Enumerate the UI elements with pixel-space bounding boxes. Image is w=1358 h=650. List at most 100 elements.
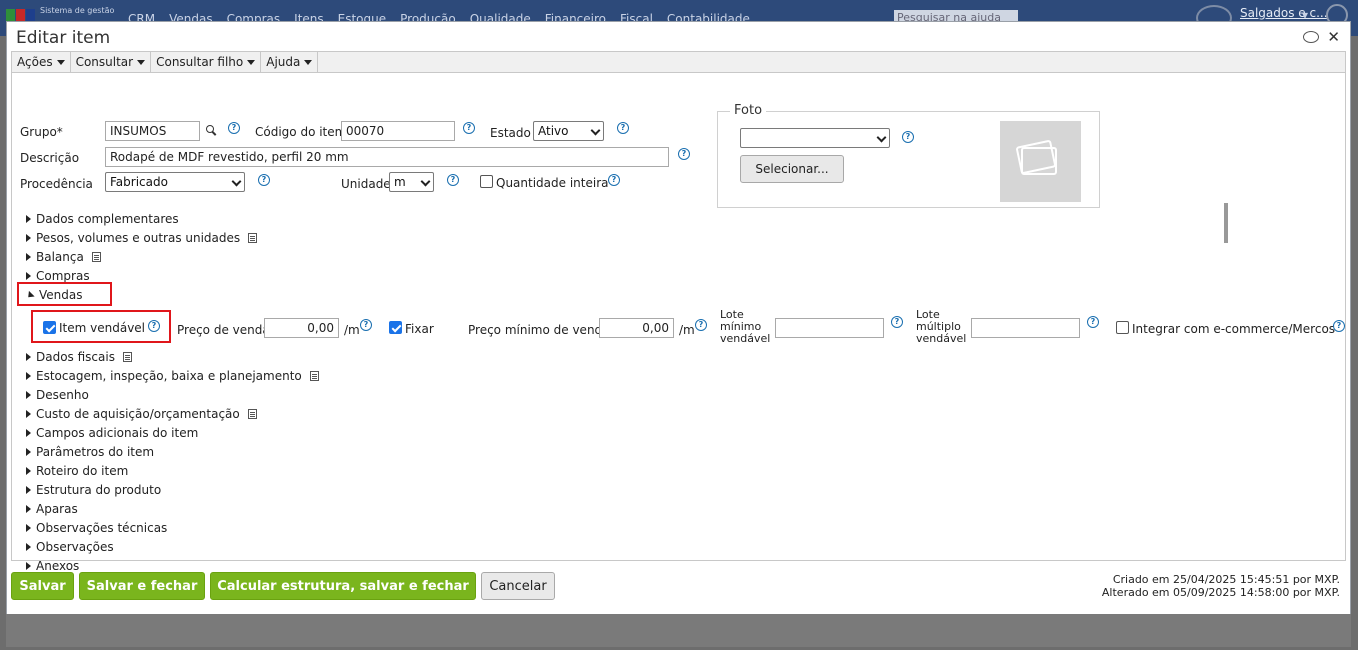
collapse-icon bbox=[25, 290, 35, 300]
section-label: Parâmetros do item bbox=[36, 445, 155, 459]
codigo-label: Código do item bbox=[255, 125, 347, 139]
dialog-toolbar: Ações Consultar Consultar filho Ajuda bbox=[11, 51, 1346, 73]
expand-icon bbox=[26, 215, 31, 223]
help-icon[interactable]: ? bbox=[360, 319, 372, 331]
estado-label: Estado bbox=[490, 126, 531, 140]
preco-minimo-label: Preço mínimo de venda bbox=[468, 323, 610, 337]
caret-down-icon bbox=[56, 59, 65, 65]
section-estrutura[interactable]: Estrutura do produto bbox=[26, 483, 161, 497]
lote-minimo-input[interactable] bbox=[775, 318, 884, 338]
close-icon[interactable]: ✕ bbox=[1327, 28, 1340, 46]
section-pesos-volumes[interactable]: Pesos, volumes e outras unidades bbox=[26, 231, 258, 245]
estado-select[interactable]: Ativo bbox=[533, 121, 604, 141]
scrollbar[interactable] bbox=[1224, 203, 1228, 243]
section-label: Observações técnicas bbox=[36, 521, 168, 535]
lote-multiplo-input[interactable] bbox=[971, 318, 1080, 338]
search-icon[interactable] bbox=[206, 125, 216, 135]
help-icon[interactable]: ? bbox=[463, 122, 475, 134]
notes-icon bbox=[309, 371, 319, 381]
section-dados-complementares[interactable]: Dados complementares bbox=[26, 212, 179, 226]
help-icon[interactable]: ? bbox=[1333, 320, 1345, 332]
help-icon[interactable]: ? bbox=[678, 148, 690, 160]
descricao-label: Descrição bbox=[20, 151, 80, 165]
expand-icon bbox=[26, 234, 31, 242]
image-icon bbox=[1021, 147, 1057, 175]
cancelar-button[interactable]: Cancelar bbox=[481, 572, 555, 600]
per-unit-label: /m bbox=[679, 323, 695, 337]
section-label: Campos adicionais do item bbox=[36, 426, 199, 440]
fixar-checkbox[interactable] bbox=[389, 321, 402, 334]
quantidade-inteira-checkbox[interactable] bbox=[480, 175, 493, 188]
calcular-estrutura-button[interactable]: Calcular estrutura, salvar e fechar bbox=[210, 572, 476, 600]
toolbar-label: Consultar bbox=[75, 55, 134, 69]
user-link[interactable]: Salgados e c... bbox=[1240, 6, 1328, 20]
label-line: vendável bbox=[720, 332, 771, 345]
grupo-label: Grupo* bbox=[20, 125, 63, 139]
foto-legend: Foto bbox=[730, 103, 767, 118]
help-icon[interactable]: ? bbox=[695, 319, 707, 331]
help-icon[interactable]: ? bbox=[891, 316, 903, 328]
section-label: Observações bbox=[36, 540, 114, 554]
expand-icon bbox=[26, 253, 31, 261]
section-desenho[interactable]: Desenho bbox=[26, 388, 89, 402]
descricao-input[interactable] bbox=[105, 147, 669, 167]
app-logo bbox=[6, 9, 36, 21]
system-name: Sistema de gestão bbox=[40, 6, 115, 15]
section-dados-fiscais[interactable]: Dados fiscais bbox=[26, 350, 132, 364]
preco-venda-input[interactable] bbox=[264, 318, 339, 338]
section-estocagem[interactable]: Estocagem, inspeção, baixa e planejament… bbox=[26, 369, 319, 383]
section-compras[interactable]: Compras bbox=[26, 269, 90, 283]
notes-icon bbox=[91, 252, 101, 262]
preco-minimo-input[interactable] bbox=[599, 318, 674, 338]
notes-icon bbox=[247, 409, 257, 419]
toolbar-acoes[interactable]: Ações bbox=[12, 52, 71, 72]
section-custo-aquisicao[interactable]: Custo de aquisição/orçamentação bbox=[26, 407, 257, 421]
salvar-button[interactable]: Salvar bbox=[11, 572, 74, 600]
background-strip bbox=[6, 614, 1351, 647]
chevron-down-icon[interactable]: ▾ bbox=[1302, 8, 1308, 22]
help-icon[interactable]: ? bbox=[608, 174, 620, 186]
chevron-down-icon bbox=[876, 132, 887, 143]
help-icon[interactable]: ? bbox=[258, 174, 270, 186]
help-icon[interactable]: ? bbox=[447, 174, 459, 186]
expand-icon bbox=[26, 448, 31, 456]
section-balanca[interactable]: Balança bbox=[26, 250, 101, 264]
section-roteiro[interactable]: Roteiro do item bbox=[26, 464, 128, 478]
notes-icon bbox=[248, 233, 258, 243]
section-label: Dados complementares bbox=[36, 212, 179, 226]
codigo-input[interactable] bbox=[341, 121, 455, 141]
section-parametros[interactable]: Parâmetros do item bbox=[26, 445, 154, 459]
chevron-down-icon bbox=[231, 176, 242, 187]
expand-icon bbox=[26, 391, 31, 399]
section-observacoes-tecnicas[interactable]: Observações técnicas bbox=[26, 521, 167, 535]
chevron-down-icon bbox=[420, 176, 431, 187]
help-icon[interactable]: ? bbox=[148, 320, 160, 332]
help-icon[interactable]: ? bbox=[1087, 316, 1099, 328]
estado-value: Ativo bbox=[538, 124, 569, 138]
help-icon[interactable]: ? bbox=[902, 131, 914, 143]
salvar-fechar-button[interactable]: Salvar e fechar bbox=[79, 572, 205, 600]
section-vendas[interactable]: Vendas bbox=[25, 288, 83, 302]
foto-select[interactable] bbox=[740, 128, 890, 148]
section-anexos[interactable]: Anexos bbox=[26, 559, 79, 573]
toolbar-ajuda[interactable]: Ajuda bbox=[261, 52, 319, 72]
toolbar-consultar-filho[interactable]: Consultar filho bbox=[151, 52, 262, 72]
item-vendavel-checkbox[interactable] bbox=[43, 321, 56, 334]
section-label: Compras bbox=[36, 269, 90, 283]
unidade-select[interactable]: m bbox=[389, 172, 434, 192]
section-aparas[interactable]: Aparas bbox=[26, 502, 78, 516]
help-icon[interactable]: ? bbox=[617, 122, 629, 134]
grupo-input[interactable] bbox=[105, 121, 200, 141]
section-label: Custo de aquisição/orçamentação bbox=[36, 407, 240, 421]
section-observacoes[interactable]: Observações bbox=[26, 540, 114, 554]
notes-icon bbox=[122, 352, 132, 362]
photo-placeholder[interactable] bbox=[1000, 121, 1081, 202]
procedencia-select[interactable]: Fabricado bbox=[105, 172, 245, 192]
toolbar-consultar[interactable]: Consultar bbox=[71, 52, 152, 72]
toolbar-label: Ações bbox=[17, 55, 53, 69]
section-campos-adicionais[interactable]: Campos adicionais do item bbox=[26, 426, 198, 440]
chat-icon[interactable] bbox=[1303, 31, 1320, 43]
selecionar-button[interactable]: Selecionar... bbox=[740, 155, 844, 183]
help-icon[interactable]: ? bbox=[228, 122, 240, 134]
integrar-ecommerce-checkbox[interactable] bbox=[1116, 321, 1129, 334]
